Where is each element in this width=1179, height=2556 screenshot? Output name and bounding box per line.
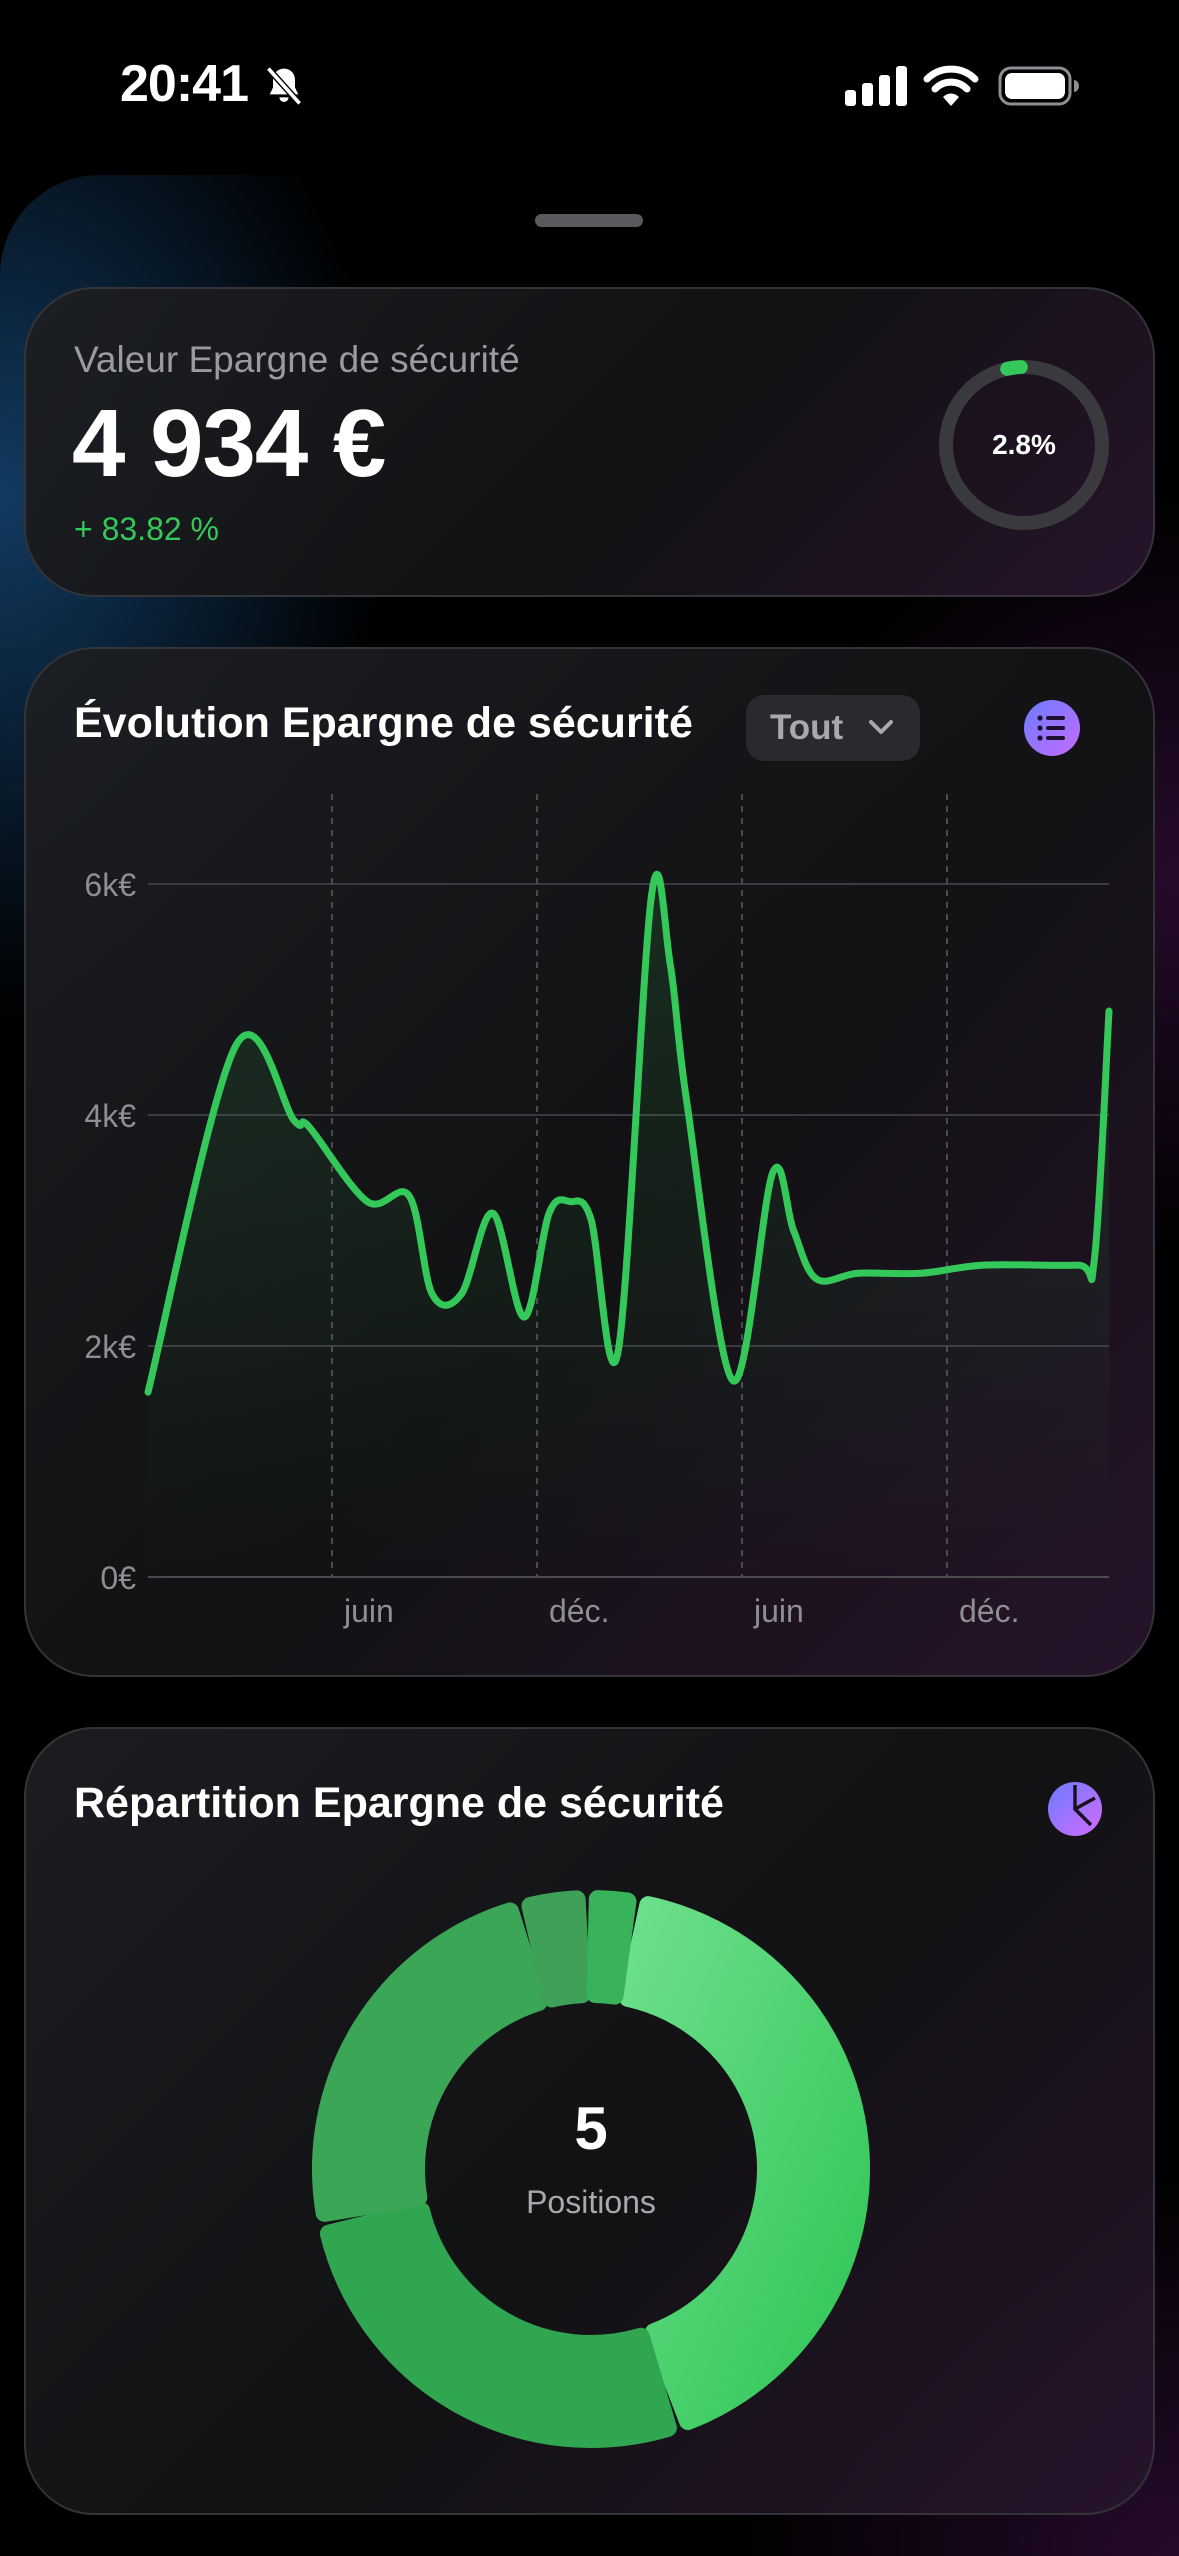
x-tick-label: juin: [753, 1593, 804, 1629]
cellular-signal-icon: [845, 66, 907, 106]
pie-chart-icon[interactable]: [1047, 1781, 1103, 1837]
list-icon: [1037, 715, 1065, 741]
donut-center-label: Positions: [526, 2184, 656, 2220]
evolution-title: Évolution Epargne de sécurité: [74, 699, 693, 747]
chevron-down-icon: [869, 720, 893, 734]
status-bar: 20:41: [0, 0, 1179, 175]
value-card: Valeur Epargne de sécurité 4 934 € + 83.…: [24, 287, 1155, 597]
list-button[interactable]: [1024, 700, 1080, 756]
donut-slice[interactable]: [619, 1896, 870, 2430]
evolution-card: 0€ 2k€ 4k€ 6k€ juin déc. juin déc. Évolution Ep…: [24, 647, 1155, 1677]
period-selector[interactable]: Tout: [746, 695, 920, 761]
x-tick-label: déc.: [549, 1593, 609, 1629]
evolution-line-chart: 0€ 2k€ 4k€ 6k€ juin déc. juin déc.: [84, 794, 1113, 1629]
value-label: Valeur Epargne de sécurité: [74, 339, 520, 380]
y-tick-label: 6k€: [84, 867, 136, 903]
sheet-grabber[interactable]: [535, 214, 643, 227]
donut-center-value: 5: [574, 2095, 608, 2162]
x-tick-label: déc.: [959, 1593, 1019, 1629]
value-amount: 4 934 €: [72, 390, 386, 497]
x-tick-label: juin: [343, 1593, 394, 1629]
value-change: + 83.82 %: [74, 511, 219, 547]
y-tick-label: 2k€: [84, 1329, 136, 1365]
donut-slice[interactable]: [312, 1902, 548, 2222]
distribution-card: Répartition Epargne de sécurité 5 Positi…: [24, 1727, 1155, 2515]
period-selector-label: Tout: [770, 708, 844, 747]
battery-icon: [998, 66, 1079, 106]
y-tick-label: 4k€: [84, 1098, 136, 1134]
distribution-title: Répartition Epargne de sécurité: [74, 1779, 724, 1827]
wifi-icon: [923, 65, 979, 106]
donut-slice[interactable]: [586, 1890, 637, 2005]
progress-ring-label: 2.8%: [992, 429, 1056, 460]
y-tick-label: 0€: [100, 1560, 136, 1596]
donut-slice[interactable]: [319, 2201, 677, 2448]
status-time: 20:41: [120, 55, 249, 113]
bell-slash-icon: [266, 66, 302, 106]
